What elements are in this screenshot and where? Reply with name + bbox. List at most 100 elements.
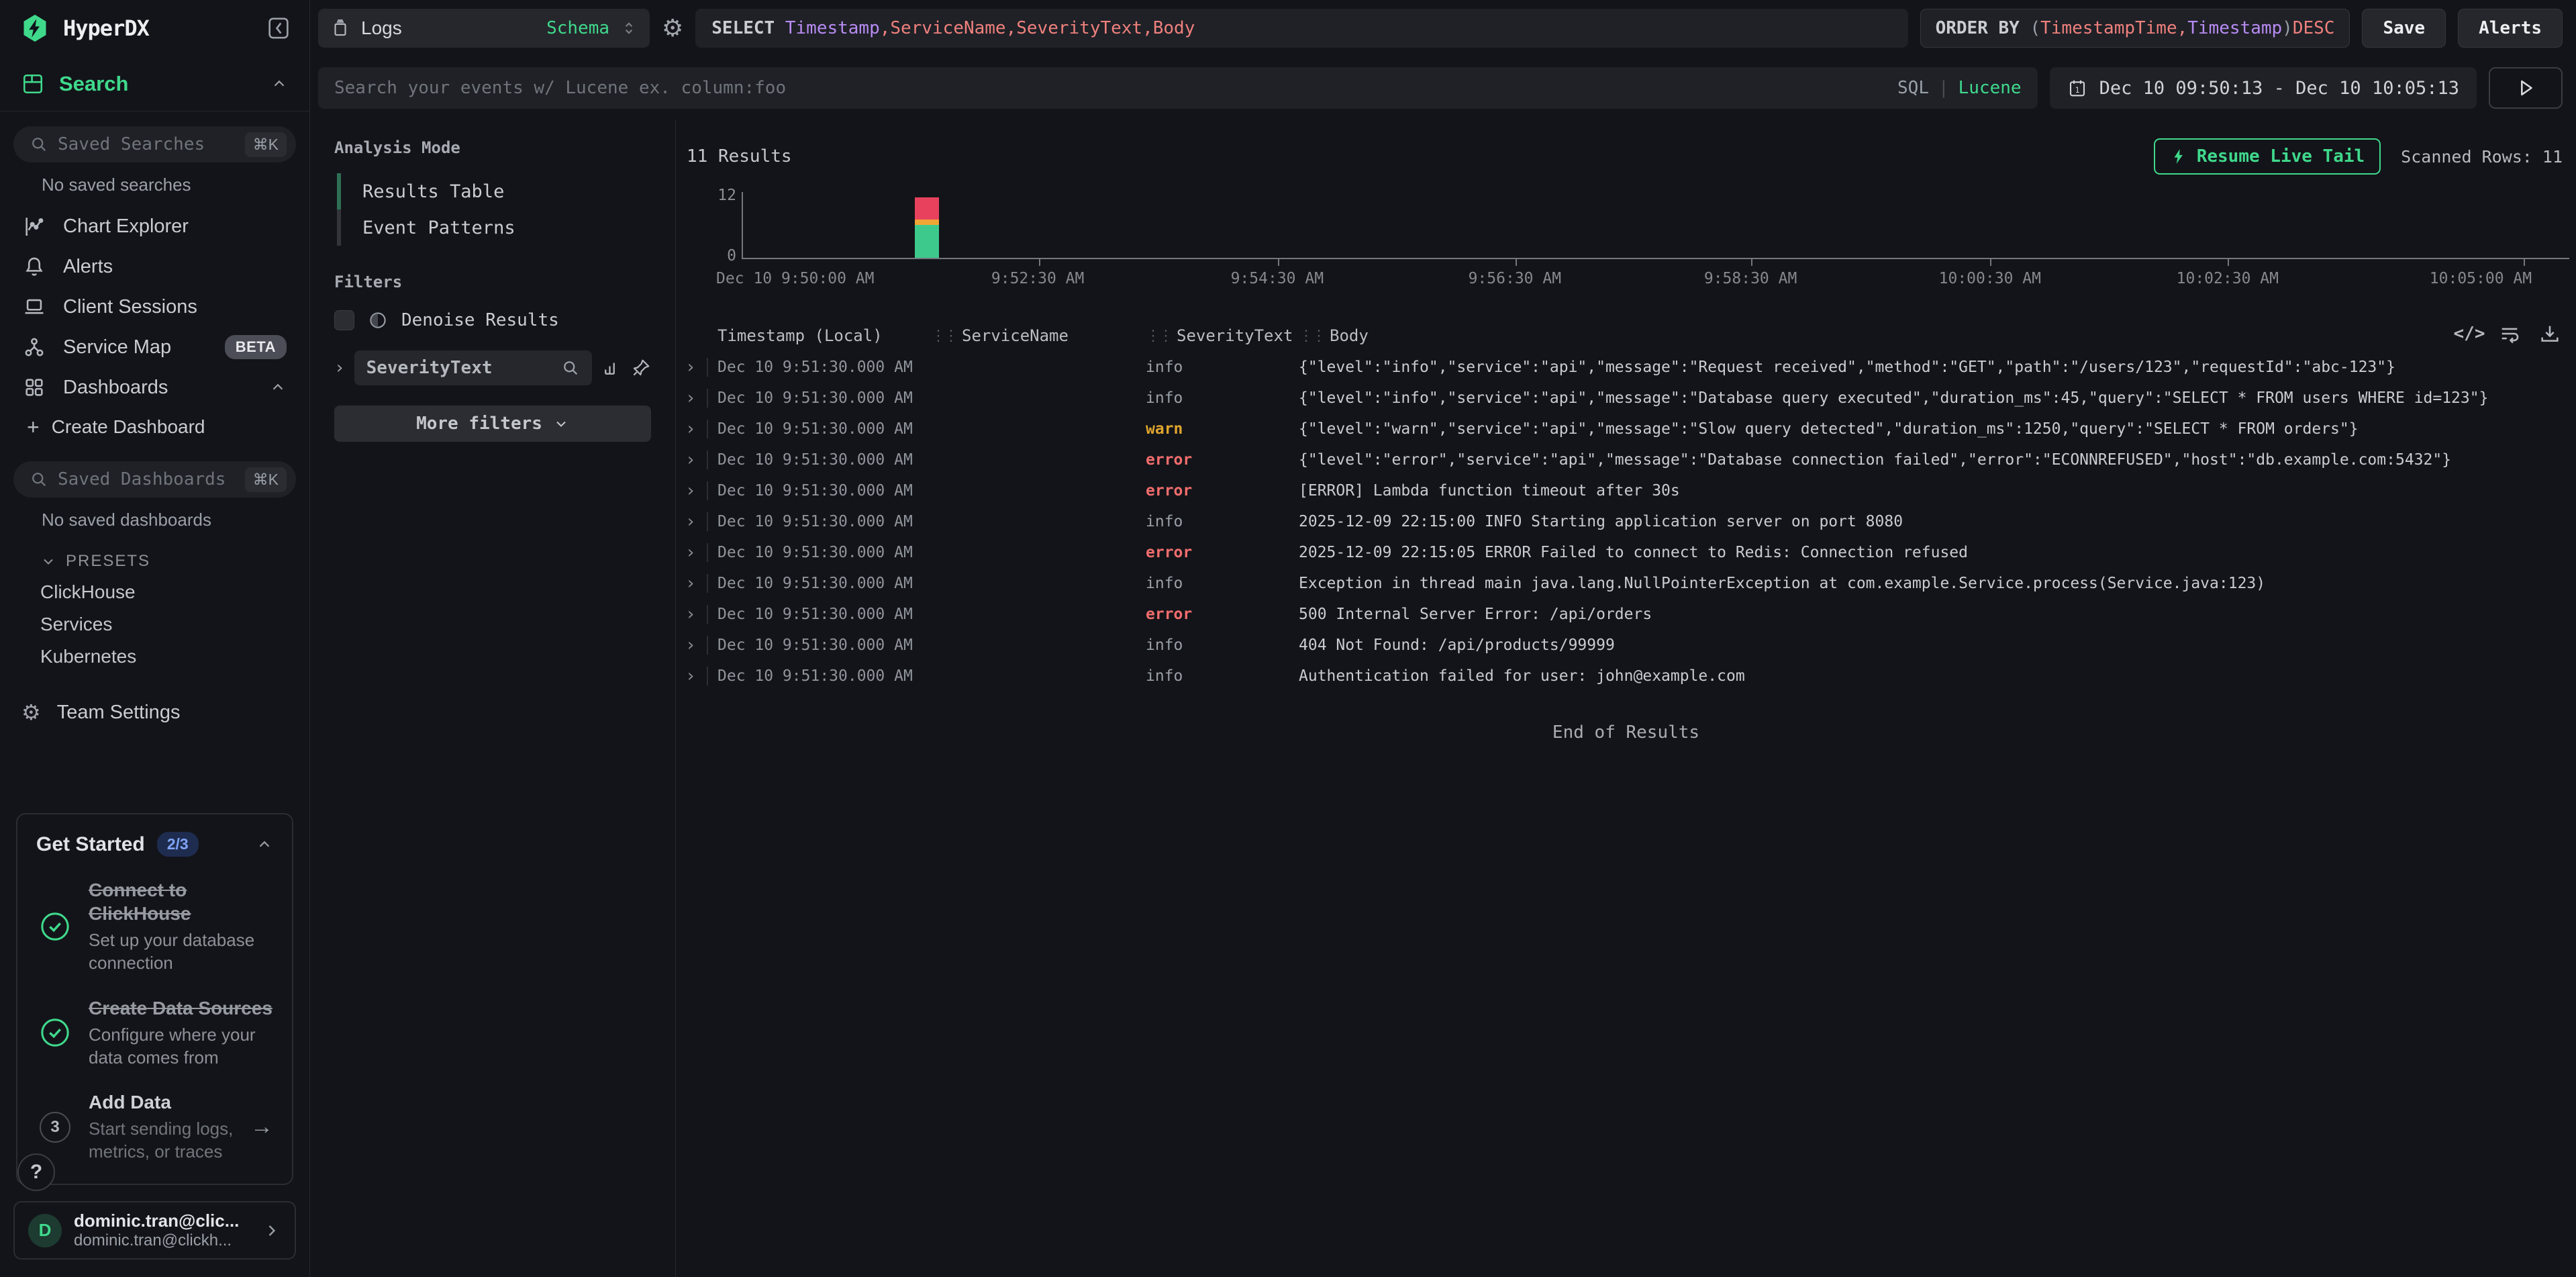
drag-handle-icon[interactable]: ⋮⋮ <box>931 328 956 344</box>
bar-segment-warn <box>915 220 939 225</box>
create-dashboard-button[interactable]: + Create Dashboard <box>0 408 309 446</box>
user-menu[interactable]: D dominic.tran@clic... dominic.tran@clic… <box>13 1201 296 1260</box>
sql-mode-label[interactable]: SQL <box>1897 78 1929 98</box>
sidebar-item-team-settings[interactable]: ⚙ Team Settings <box>0 692 309 733</box>
run-query-button[interactable] <box>2489 67 2563 109</box>
col-severitytext[interactable]: ⋮⋮SeverityText <box>1146 326 1299 345</box>
row-expand-icon[interactable]: › <box>685 359 696 376</box>
text-wrap-icon[interactable] <box>2498 322 2521 345</box>
end-of-results-text: End of Results <box>676 722 2576 743</box>
help-button[interactable]: ? <box>17 1153 55 1191</box>
get-started-step-sources[interactable]: Create Data Sources Configure where your… <box>36 996 273 1070</box>
table-row[interactable]: › Dec 10 9:51:30.000 AM error 500 Intern… <box>676 599 2576 630</box>
preset-kubernetes[interactable]: Kubernetes <box>0 641 309 673</box>
severitytext-filter-box[interactable]: SeverityText <box>354 350 592 385</box>
row-severity: info <box>1146 636 1299 654</box>
saved-searches-input[interactable] <box>58 134 236 154</box>
sidebar-item-search[interactable]: Search <box>0 56 309 111</box>
row-timestamp: Dec 10 9:51:30.000 AM <box>717 575 931 592</box>
histogram-bar[interactable] <box>915 192 939 258</box>
row-expand-icon[interactable]: › <box>685 667 696 685</box>
sidebar-item-service-map[interactable]: Service Map BETA <box>0 327 309 367</box>
preset-services[interactable]: Services <box>0 608 309 641</box>
analysis-mode-label: Analysis Mode <box>334 138 651 157</box>
saved-dashboards-input[interactable] <box>58 469 236 489</box>
more-filters-button[interactable]: More filters <box>334 406 651 442</box>
pin-icon[interactable] <box>631 358 651 378</box>
lucene-mode-label[interactable]: Lucene <box>1959 78 2022 98</box>
mode-event-patterns[interactable]: Event Patterns <box>337 209 651 246</box>
get-started-step-add-data[interactable]: 3 Add Data Start sending logs, metrics, … <box>36 1090 273 1164</box>
event-search-box[interactable]: SQL | Lucene <box>318 67 2038 109</box>
table-row[interactable]: › Dec 10 9:51:30.000 AM info 404 Not Fou… <box>676 630 2576 661</box>
presets-toggle[interactable]: PRESETS <box>0 541 309 576</box>
col-servicename[interactable]: ⋮⋮ServiceName <box>931 326 1146 345</box>
get-started-step-connect[interactable]: Connect to ClickHouse Set up your databa… <box>36 878 273 975</box>
row-expand-icon[interactable]: › <box>685 451 696 469</box>
chevron-up-icon[interactable] <box>256 836 273 853</box>
drag-handle-icon[interactable]: ⋮⋮ <box>1299 328 1324 344</box>
alerts-button[interactable]: Alerts <box>2458 9 2563 48</box>
table-row[interactable]: › Dec 10 9:51:30.000 AM info Authenticat… <box>676 661 2576 692</box>
row-expand-icon[interactable]: › <box>685 606 696 623</box>
plus-icon: + <box>27 415 40 440</box>
table-row[interactable]: › Dec 10 9:51:30.000 AM info {"level":"i… <box>676 352 2576 383</box>
step-title: Create Data Sources <box>89 998 273 1019</box>
table-row[interactable]: › Dec 10 9:51:30.000 AM error [ERROR] La… <box>676 475 2576 506</box>
saved-dashboards-search[interactable]: ⌘K <box>13 461 296 498</box>
step-desc: Configure where your data comes from <box>89 1024 273 1070</box>
row-expand-icon[interactable]: › <box>685 544 696 561</box>
calendar-icon: 1 <box>2067 78 2087 98</box>
denoise-checkbox[interactable] <box>334 310 354 330</box>
table-row[interactable]: › Dec 10 9:51:30.000 AM warn {"level":"w… <box>676 414 2576 444</box>
row-expand-icon[interactable]: › <box>685 575 696 592</box>
chevron-up-icon[interactable] <box>269 379 287 396</box>
col-body[interactable]: ⋮⋮Body <box>1299 326 2576 345</box>
table-row[interactable]: › Dec 10 9:51:30.000 AM info {"level":"i… <box>676 383 2576 414</box>
preset-clickhouse[interactable]: ClickHouse <box>0 576 309 608</box>
view-source-icon[interactable]: </> <box>2458 322 2481 345</box>
expand-filter-icon[interactable]: › <box>334 358 345 378</box>
sql-fields-rest: ,ServiceName,SeverityText,Body <box>880 18 1195 38</box>
table-row[interactable]: › Dec 10 9:51:30.000 AM info Exception i… <box>676 568 2576 599</box>
search-icon[interactable] <box>561 359 580 377</box>
row-expand-icon[interactable]: › <box>685 420 696 438</box>
sidebar-item-client-sessions[interactable]: Client Sessions <box>0 287 309 327</box>
source-settings-gear-icon[interactable]: ⚙ <box>662 16 683 40</box>
date-range-picker[interactable]: 1 Dec 10 09:50:13 - Dec 10 10:05:13 <box>2050 67 2477 109</box>
row-expand-icon[interactable]: › <box>685 513 696 530</box>
chart-toggle-icon[interactable] <box>601 358 622 378</box>
save-button[interactable]: Save <box>2362 9 2446 48</box>
chevron-up-icon[interactable] <box>270 75 288 93</box>
get-started-card: Get Started 2/3 Connect to ClickHouse Se… <box>16 813 293 1185</box>
saved-searches-search[interactable]: ⌘K <box>13 126 296 162</box>
denoise-results-toggle[interactable]: Denoise Results <box>334 310 651 330</box>
table-row[interactable]: › Dec 10 9:51:30.000 AM error 2025-12-09… <box>676 537 2576 568</box>
sql-select-input[interactable]: SELECT Timestamp,ServiceName,SeverityTex… <box>695 9 1908 48</box>
col-timestamp[interactable]: Timestamp (Local) <box>717 326 931 345</box>
query-language-toggle[interactable]: SQL | Lucene <box>1897 78 2022 98</box>
row-body: {"level":"warn","service":"api","message… <box>1299 420 2576 438</box>
row-expand-icon[interactable]: › <box>685 389 696 407</box>
row-body: Exception in thread main java.lang.NullP… <box>1299 575 2576 592</box>
filters-label: Filters <box>334 273 651 291</box>
drag-handle-icon[interactable]: ⋮⋮ <box>1146 328 1171 344</box>
download-icon[interactable] <box>2538 322 2561 345</box>
row-expand-icon[interactable]: › <box>685 636 696 654</box>
resume-live-tail-button[interactable]: Resume Live Tail <box>2154 138 2381 175</box>
mode-results-table[interactable]: Results Table <box>337 173 651 209</box>
search-row: SQL | Lucene 1 Dec 10 09:50:13 - Dec 10 … <box>310 56 2576 120</box>
scanned-rows-text: Scanned Rows: 11 <box>2401 147 2563 167</box>
sidebar-item-alerts[interactable]: Alerts <box>0 246 309 287</box>
search-icon <box>30 135 48 154</box>
table-row[interactable]: › Dec 10 9:51:30.000 AM info 2025-12-09 … <box>676 506 2576 537</box>
table-row[interactable]: › Dec 10 9:51:30.000 AM error {"level":"… <box>676 444 2576 475</box>
source-select[interactable]: Logs Schema <box>318 9 650 48</box>
sidebar-item-dashboards[interactable]: Dashboards <box>0 367 309 408</box>
order-by-input[interactable]: ORDER BY (TimestampTime, Timestamp) DESC <box>1920 9 2350 48</box>
event-search-input[interactable] <box>334 78 1884 98</box>
row-expand-icon[interactable]: › <box>685 482 696 500</box>
sidebar-collapse-icon[interactable] <box>265 15 292 42</box>
bar-segment-error <box>915 197 939 220</box>
sidebar-item-chart-explorer[interactable]: Chart Explorer <box>0 206 309 246</box>
